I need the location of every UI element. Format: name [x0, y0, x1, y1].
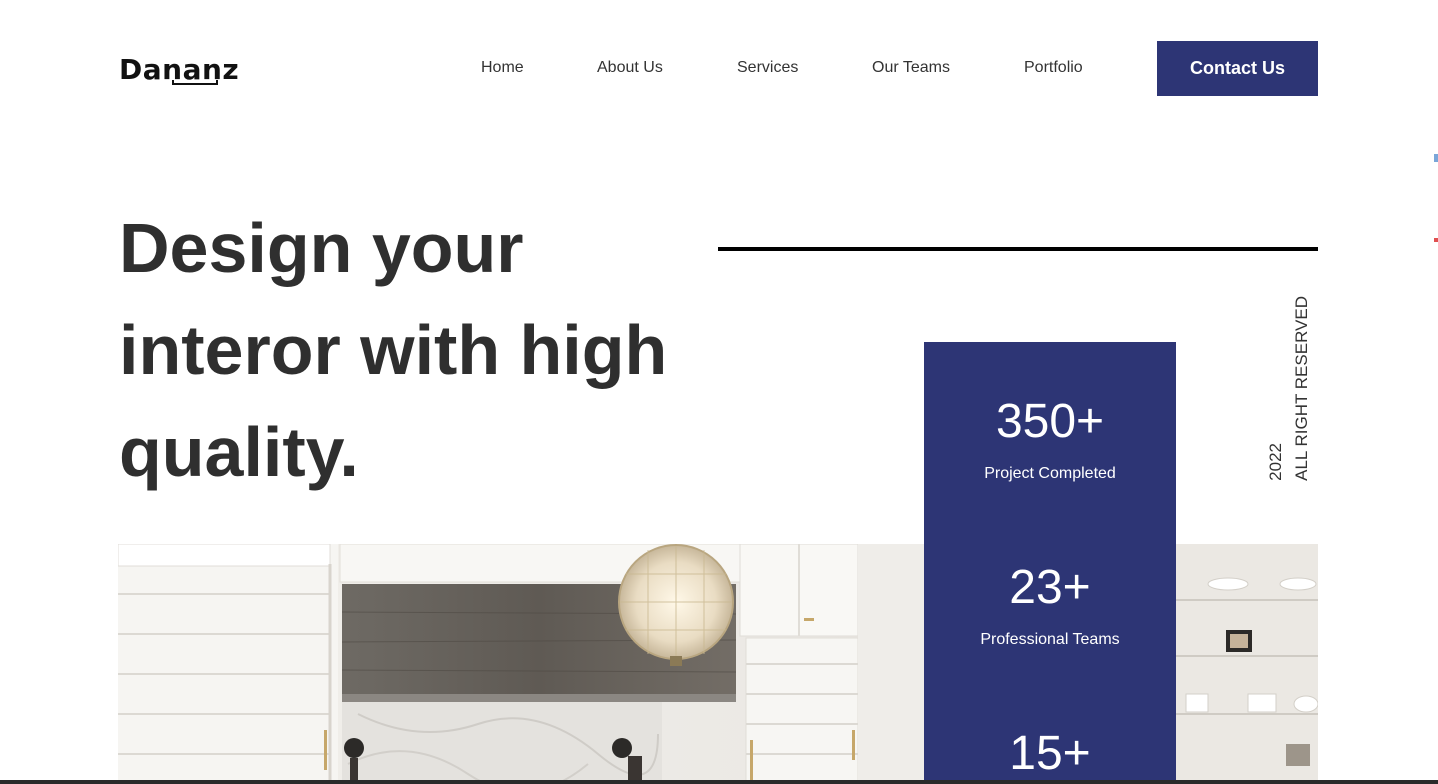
logo-underline-mark: [172, 80, 218, 85]
site-header: Dananz Home About Us Services Our Teams …: [0, 0, 1438, 140]
stats-panel: 350+ Project Completed 23+ Professional …: [924, 342, 1176, 784]
nav-portfolio[interactable]: Portfolio: [1024, 59, 1083, 77]
hero-title-line: interor with high: [119, 311, 668, 389]
stat-value: 15+: [1009, 727, 1091, 780]
copyright-vertical: 2022 ALL RIGHT RESERVED: [1264, 285, 1316, 481]
copyright-year: 2022: [1266, 443, 1285, 481]
stat-value: 23+: [1009, 561, 1091, 614]
nav-about-us[interactable]: About Us: [597, 59, 663, 77]
hero-title-line: Design your: [119, 209, 524, 287]
stat-value: 350+: [995, 395, 1105, 448]
image-strip-edge: [0, 780, 1438, 784]
hero-title: Design your interor with high quality.: [119, 197, 719, 503]
nav-home[interactable]: Home: [481, 59, 524, 77]
nav-services[interactable]: Services: [737, 59, 798, 77]
copyright-text: ALL RIGHT RESERVED: [1292, 296, 1311, 481]
stat-label: Professional Teams: [980, 631, 1120, 648]
stat-teams: 23+ Professional Teams: [924, 560, 1176, 650]
scrollbar-marker: [1434, 154, 1438, 162]
stat-label: Project Completed: [984, 465, 1116, 482]
contact-us-button[interactable]: Contact Us: [1157, 41, 1318, 96]
hero-title-line: quality.: [119, 413, 359, 491]
nav-our-teams[interactable]: Our Teams: [872, 59, 950, 77]
stat-third: 15+: [924, 726, 1176, 782]
stat-projects: 350+ Project Completed: [924, 394, 1176, 484]
hero-divider: [718, 247, 1318, 251]
scrollbar-marker: [1434, 238, 1438, 242]
